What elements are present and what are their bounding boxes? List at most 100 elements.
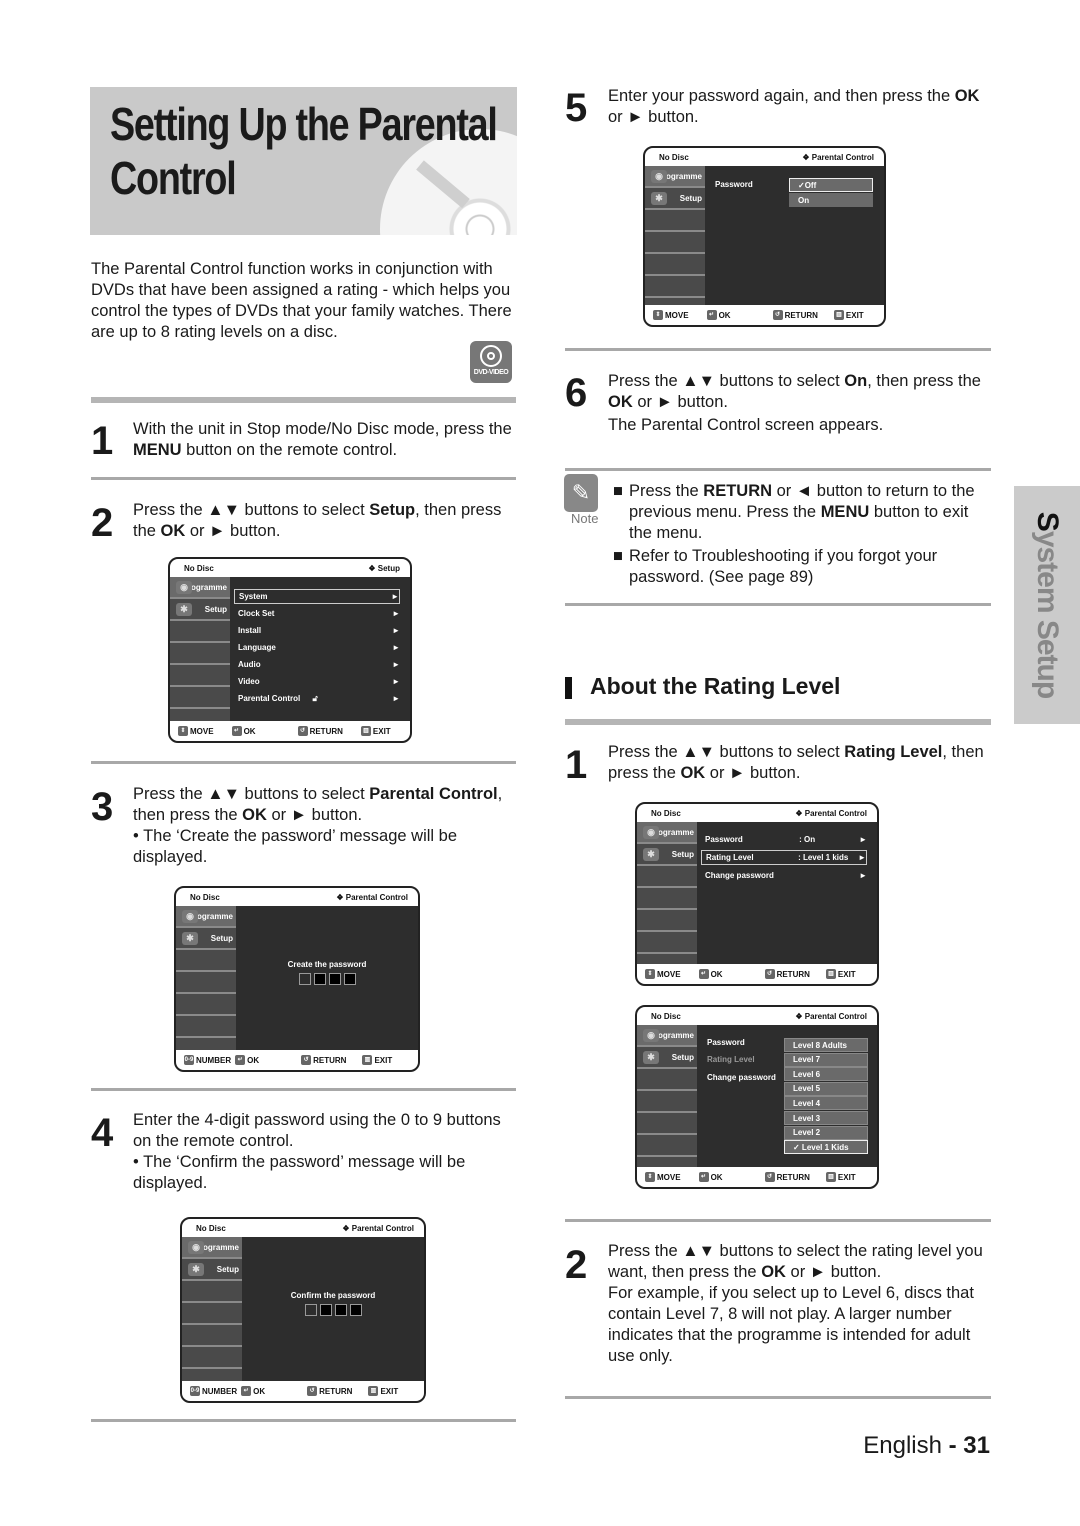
sidebar-programme[interactable]: ◉ Programme [637, 1025, 697, 1047]
menu-item-language[interactable]: Language ► [234, 640, 400, 655]
note-list: ■ Press the RETURN or ◄ button to return … [613, 481, 993, 588]
exit-key: ▥ EXIT [825, 1172, 856, 1182]
gear-icon: ✱ [182, 932, 198, 945]
screen-header: ❖ Parental Control [795, 808, 867, 818]
return-icon: ↺ [764, 969, 775, 979]
rating-level-option[interactable]: ✓ Level 1 Kids [784, 1140, 868, 1155]
gear-icon: ✱ [176, 603, 192, 616]
ok-icon: ↵ [241, 1386, 252, 1396]
divider [565, 1396, 991, 1399]
step-number: 6 [565, 371, 588, 415]
return-key: ↺ RETURN [301, 1055, 346, 1065]
sidebar-programme[interactable]: ◉ Programme [645, 166, 705, 188]
screen-sidebar: ◉ Programme ✱ Setup [170, 577, 230, 721]
prompt-message: Confirm the password [290, 1291, 376, 1300]
unlock-icon: 🔓︎ [312, 693, 318, 703]
rating-level-option[interactable]: Level 4 [784, 1096, 868, 1111]
exit-icon: ▥ [825, 1172, 836, 1182]
divider [565, 1219, 991, 1222]
updown-icon: ⇕ [645, 969, 655, 979]
number-key: 0-9 NUMBER [190, 1386, 238, 1396]
menu-item-install[interactable]: Install ► [234, 623, 400, 638]
step-number: 3 [91, 785, 114, 829]
divider [565, 348, 991, 351]
sidebar-setup[interactable]: ✱ Setup [170, 599, 230, 621]
rating-level-option[interactable]: Level 5 [784, 1081, 868, 1096]
exit-icon: ▥ [833, 310, 844, 320]
programme-icon: ◉ [651, 170, 667, 183]
ok-icon: ↵ [698, 1172, 709, 1182]
divider [91, 1088, 516, 1091]
divider [91, 1419, 516, 1422]
menu-item-rating-level[interactable]: Rating Level: Level 1 kids ► [701, 850, 867, 865]
menu-item-system[interactable]: System ► [234, 589, 400, 604]
rating-level-option[interactable]: Level 3 [784, 1111, 868, 1125]
disc-status: No Disc [196, 1223, 226, 1233]
rating-level-option[interactable]: Level 2 [784, 1125, 868, 1140]
ok-key: ↵ OK [241, 1386, 265, 1396]
dvd-video-icon: DVD-VIDEO [470, 341, 512, 383]
gear-icon: ✱ [188, 1263, 204, 1276]
exit-key: ▥ EXIT [825, 969, 856, 979]
menu-item-password[interactable]: Password: On ► [701, 832, 867, 847]
create-password-screen: No Disc ❖ Parental Control ◉ Programme ✱ Se… [174, 886, 420, 1072]
sidebar-setup[interactable]: ✱ Setup [637, 1047, 697, 1069]
menu-item-clock-set[interactable]: Clock Set ► [234, 606, 400, 621]
programme-icon: ◉ [643, 826, 659, 839]
divider [91, 477, 516, 480]
screen-header: ❖ Parental Control [336, 892, 408, 902]
return-icon: ↺ [301, 1055, 312, 1065]
return-key: ↺ RETURN [764, 969, 810, 979]
number-key: 0-9 NUMBER [184, 1055, 232, 1065]
setup-menu-screen: No Disc ❖ Setup ◉ Programme ✱ Setup System ►… [168, 557, 412, 743]
label-password: Password [707, 1038, 745, 1047]
disc-status: No Disc [659, 152, 689, 162]
option-on[interactable]: On [789, 193, 873, 207]
menu-item-video[interactable]: Video ► [234, 674, 400, 689]
sidebar-setup[interactable]: ✱ Setup [637, 844, 697, 866]
password-input[interactable] [236, 973, 418, 985]
rating-level-option[interactable]: Level 6 [784, 1067, 868, 1082]
screen-header: ❖ Parental Control [802, 152, 874, 162]
section-tab: System Setup [1014, 486, 1080, 724]
menu-item-change-password[interactable]: Change password ► [701, 868, 867, 883]
ok-key: ↵ OK [706, 310, 731, 320]
disc-status: No Disc [184, 563, 214, 573]
return-key: ↺ RETURN [764, 1172, 810, 1182]
sidebar-setup[interactable]: ✱ Setup [182, 1259, 242, 1281]
sidebar-programme[interactable]: ◉ Programme [182, 1237, 242, 1259]
intro-text: The Parental Control function works in c… [91, 260, 512, 341]
title-banner: Setting Up the Parental Control [90, 87, 517, 235]
note-label: Note [571, 511, 599, 526]
sidebar-setup[interactable]: ✱ Setup [645, 188, 705, 210]
sidebar-programme[interactable]: ◉ Programme [176, 906, 236, 928]
note-item: ■ Press the RETURN or ◄ button to return … [613, 482, 975, 542]
exit-icon: ▥ [368, 1386, 379, 1396]
password-input[interactable] [242, 1304, 424, 1316]
option-off[interactable]: ✓Off [789, 178, 873, 192]
password-label: Password [715, 180, 753, 189]
sidebar-programme[interactable]: ◉ Programme [170, 577, 230, 599]
programme-icon: ◉ [182, 910, 198, 923]
step-number: 1 [565, 743, 588, 787]
step-4-text: Enter the 4-digit password using the 0 t… [133, 1111, 501, 1192]
divider [91, 761, 516, 764]
parental-control-screen: No Disc ❖ Parental Control ◉ Programme ✱ Se… [635, 802, 879, 986]
sidebar-setup[interactable]: ✱ Setup [176, 928, 236, 950]
screen-header: ❖ Parental Control [342, 1223, 414, 1233]
menu-item-parental-control[interactable]: Parental Control 🔓︎ ► [234, 691, 400, 706]
exit-icon: ▥ [360, 726, 371, 736]
step-number: 1 [91, 419, 114, 463]
gear-icon: ✱ [643, 848, 659, 861]
rating-level-option[interactable]: Level 7 [784, 1052, 868, 1067]
return-icon: ↺ [772, 310, 783, 320]
return-icon: ↺ [307, 1386, 318, 1396]
sidebar-programme[interactable]: ◉ Programme [637, 822, 697, 844]
rating-level-option[interactable]: Level 8 Adults [784, 1038, 868, 1052]
disc-status: No Disc [651, 1011, 681, 1021]
disc-status: No Disc [651, 808, 681, 818]
step-1-text: With the unit in Stop mode/No Disc mode,… [133, 420, 512, 459]
label-change-password: Change password [707, 1073, 776, 1082]
menu-item-audio[interactable]: Audio ► [234, 657, 400, 672]
divider [565, 468, 991, 471]
